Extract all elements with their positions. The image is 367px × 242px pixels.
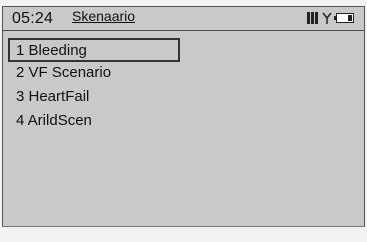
screen-title: Skenaario xyxy=(72,8,136,24)
menu-item-vf-scenario[interactable]: 2 VF Scenario xyxy=(8,62,363,86)
device-frame: 05:24 Skenaario 1 Bleeding 2 VF Scenario… xyxy=(0,0,367,242)
menu-item-label: 2 VF Scenario xyxy=(16,64,112,81)
scenario-menu: 1 Bleeding 2 VF Scenario 3 HeartFail 4 A… xyxy=(8,38,363,134)
menu-item-arildscen[interactable]: 4 ArildScen xyxy=(8,110,363,134)
lcd-screen: 05:24 Skenaario 1 Bleeding 2 VF Scenario… xyxy=(2,6,365,227)
menu-item-label: 3 HeartFail xyxy=(16,88,90,105)
status-icons xyxy=(307,12,354,24)
status-bar: 05:24 Skenaario xyxy=(3,7,364,31)
menu-item-bleeding[interactable]: 1 Bleeding xyxy=(8,38,180,62)
screen-bottom-divider xyxy=(2,226,365,227)
menu-item-label: 4 ArildScen xyxy=(16,112,92,129)
signal-bars-icon xyxy=(307,12,318,24)
battery-icon xyxy=(334,13,354,23)
antenna-icon xyxy=(322,12,332,24)
clock: 05:24 xyxy=(12,10,54,27)
menu-item-label: 1 Bleeding xyxy=(16,42,87,59)
menu-item-heartfail[interactable]: 3 HeartFail xyxy=(8,86,363,110)
